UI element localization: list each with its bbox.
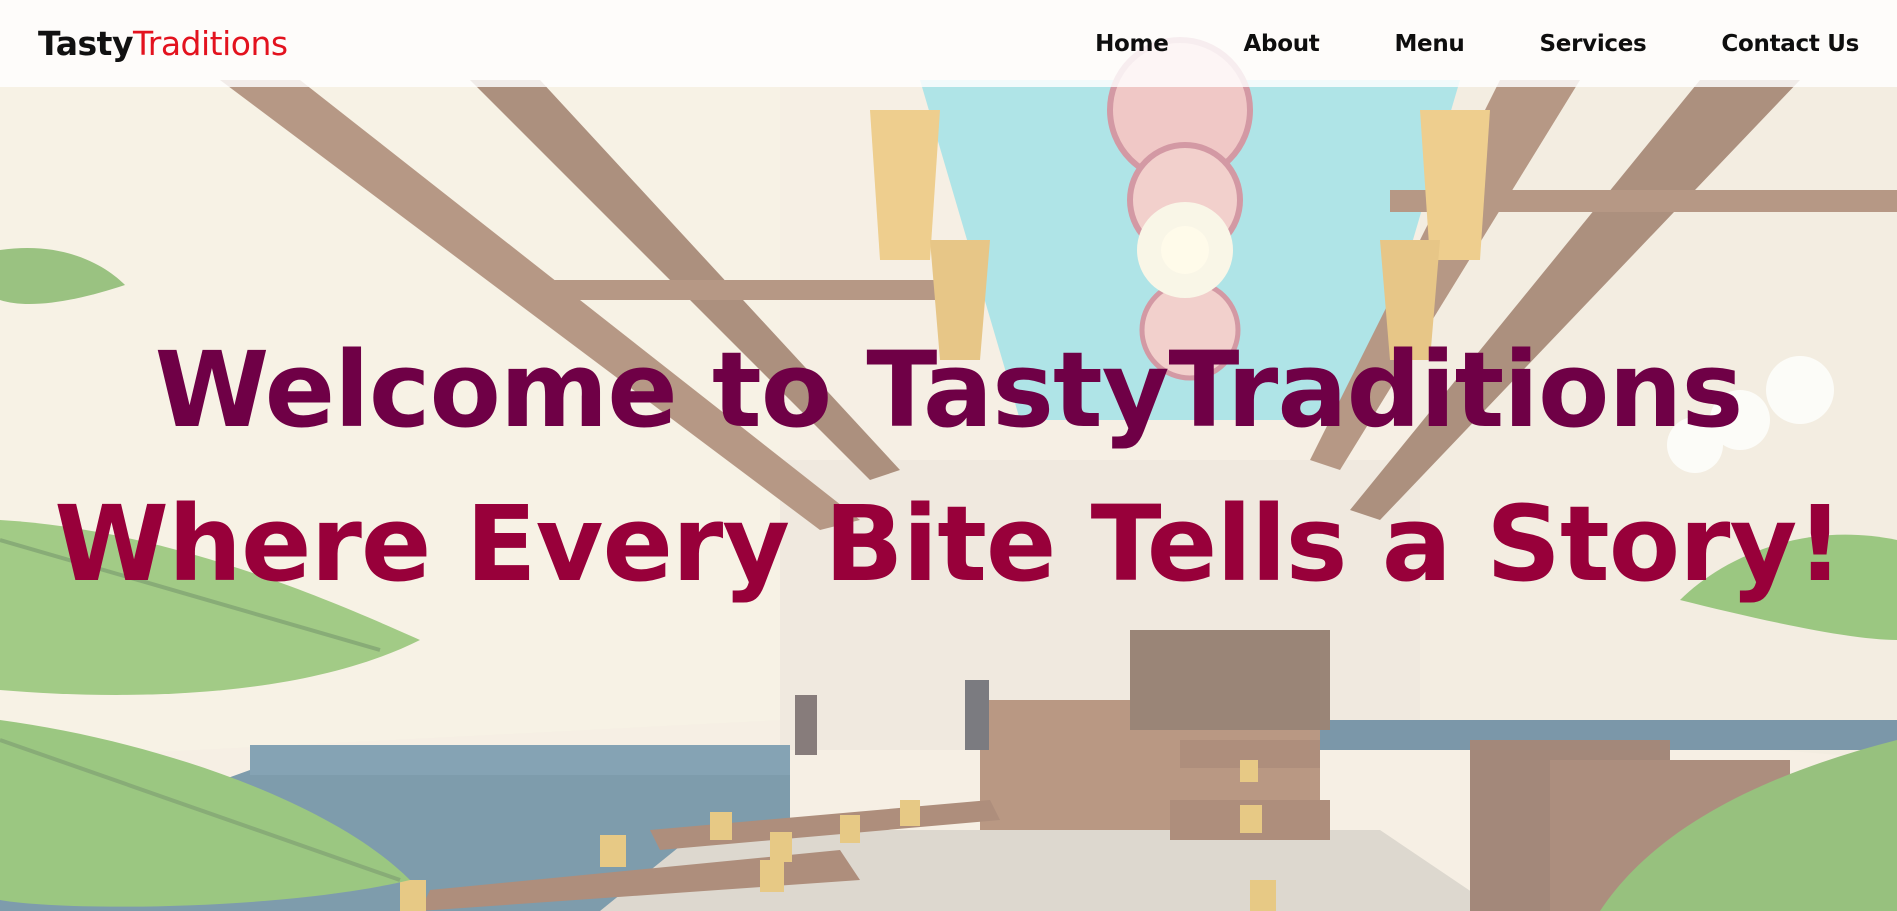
nav-link-services[interactable]: Services <box>1540 31 1647 57</box>
brand-logo[interactable]: TastyTraditions <box>38 24 288 63</box>
nav-link-about[interactable]: About <box>1244 31 1320 57</box>
brand-name-part2: Traditions <box>132 24 288 63</box>
brand-name-part1: Tasty <box>38 24 133 63</box>
main-nav: Home About Menu Services Contact Us <box>1020 31 1859 57</box>
nav-link-home[interactable]: Home <box>1095 31 1169 57</box>
hero-title: Welcome to TastyTraditions <box>154 329 1744 451</box>
hero-subtitle: Where Every Bite Tells a Story! <box>54 483 1843 605</box>
navbar: TastyTraditions Home About Menu Services… <box>0 0 1897 87</box>
nav-link-contact-us[interactable]: Contact Us <box>1721 31 1859 57</box>
nav-link-menu[interactable]: Menu <box>1394 31 1464 57</box>
hero-background <box>0 0 1897 911</box>
